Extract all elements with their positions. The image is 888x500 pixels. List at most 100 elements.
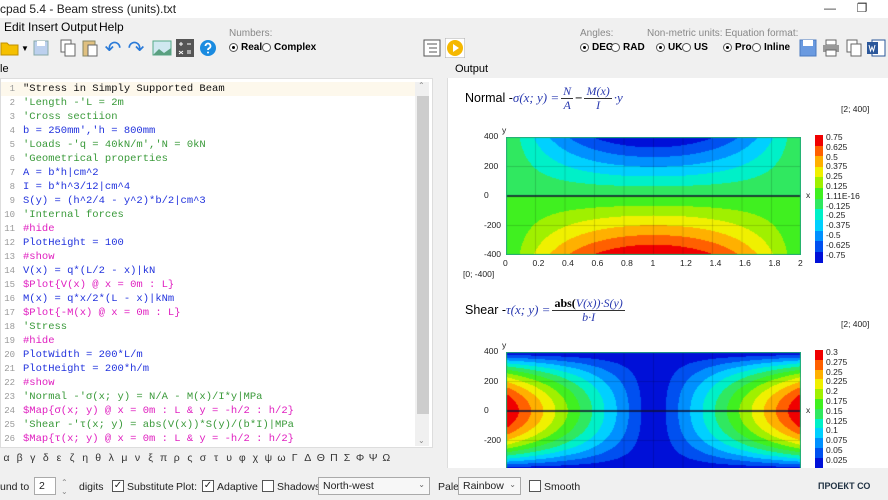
greek-letter-button[interactable]: τ (210, 452, 223, 464)
greek-letter-button[interactable]: φ (236, 452, 249, 464)
code-line[interactable]: 11 #hide (1, 222, 416, 236)
radio-complex[interactable]: Complex (262, 42, 316, 53)
code-line[interactable]: 15 $Plot{V(x) @ x = 0m : L} (1, 278, 416, 292)
code-line[interactable]: 21 PlotHeight = 200*h/m (1, 362, 416, 376)
code-line[interactable]: 18 'Stress (1, 320, 416, 334)
insert-image-icon[interactable] (152, 38, 172, 58)
open-dropdown-icon[interactable]: ▼ (20, 38, 30, 58)
code-line[interactable]: 4 b = 250mm','h = 800mm (1, 124, 416, 138)
save-icon[interactable] (31, 38, 51, 58)
code-line[interactable]: 1 "Stress in Simply Supported Beam (1, 82, 416, 96)
code-line[interactable]: 3 'Cross sectiion (1, 110, 416, 124)
greek-letter-button[interactable]: η (79, 452, 92, 464)
greek-letter-button[interactable]: θ (92, 452, 105, 464)
code-line[interactable]: 12 PlotHeight = 100 (1, 236, 416, 250)
code-line[interactable]: 13 #show (1, 250, 416, 264)
calculate-play-icon[interactable] (445, 38, 465, 58)
greek-letter-button[interactable]: ρ (170, 452, 183, 464)
code-line[interactable]: 5 'Loads -'q = 40kN/m','N = 0kN (1, 138, 416, 152)
greek-letter-button[interactable]: ξ (144, 452, 157, 464)
menu-insert[interactable]: Insert (28, 20, 58, 34)
code-editor[interactable]: 1 "Stress in Simply Supported Beam 2 'Lengt… (0, 78, 433, 448)
radio-uk[interactable]: UK (656, 42, 682, 53)
greek-letter-button[interactable]: Γ (288, 452, 301, 464)
substitute-checkbox[interactable]: ✓ (112, 480, 124, 492)
menu-edit[interactable]: Edit (4, 20, 25, 34)
palette-select[interactable]: Rainbow ⌄ (458, 477, 521, 495)
word-export-icon[interactable] (866, 38, 886, 58)
greek-letter-button[interactable]: ζ (65, 452, 78, 464)
digits-stepper[interactable]: ⌃ ⌄ (61, 478, 68, 496)
radio-us[interactable]: US (682, 42, 708, 53)
greek-letter-button[interactable]: Π (327, 452, 340, 464)
radio-rad[interactable]: RAD (611, 42, 645, 53)
greek-letter-button[interactable]: γ (26, 452, 39, 464)
code-line[interactable]: 14 V(x) = q*(L/2 - x)|kN (1, 264, 416, 278)
code-line[interactable]: 7 A = b*h|cm^2 (1, 166, 416, 180)
undo-icon[interactable]: ↶ (103, 38, 123, 60)
greek-letter-button[interactable]: ψ (262, 452, 275, 464)
scroll-down-icon[interactable]: ⌄ (418, 436, 425, 445)
greek-letter-button[interactable]: Σ (340, 452, 353, 464)
greek-letter-button[interactable]: ω (275, 452, 288, 464)
greek-letter-button[interactable]: μ (118, 452, 131, 464)
code-line[interactable]: 20 PlotWidth = 200*L/m (1, 348, 416, 362)
code-line[interactable]: 22 #show (1, 376, 416, 390)
minimize-button[interactable]: — (820, 1, 840, 15)
copy-icon[interactable] (58, 38, 78, 58)
greek-letter-button[interactable]: χ (249, 452, 262, 464)
code-line[interactable]: 17 $Plot{-M(x) @ x = 0m : L} (1, 306, 416, 320)
code-line[interactable]: 9 S(y) = (h^2/4 - y^2)*b/2|cm^3 (1, 194, 416, 208)
round-digits-input[interactable]: 2 (34, 477, 56, 495)
restore-button[interactable]: ❐ (852, 1, 872, 15)
shadows-select[interactable]: North-west ⌄ (318, 477, 430, 495)
radio-real[interactable]: Real (229, 42, 262, 53)
greek-letter-button[interactable]: υ (223, 452, 236, 464)
greek-letter-button[interactable]: σ (196, 452, 209, 464)
greek-letter-button[interactable]: β (13, 452, 26, 464)
outline-icon[interactable] (422, 38, 442, 58)
menu-output[interactable]: Output (61, 20, 97, 34)
scroll-up-icon[interactable]: ⌃ (418, 81, 425, 90)
greek-letter-button[interactable]: λ (105, 452, 118, 464)
open-folder-icon[interactable] (0, 38, 20, 58)
copy-output-icon[interactable] (844, 38, 864, 58)
code-line[interactable]: 8 I = b*h^3/12|cm^4 (1, 180, 416, 194)
greek-letter-button[interactable]: ε (52, 452, 65, 464)
code-line[interactable]: 19 #hide (1, 334, 416, 348)
save-output-icon[interactable] (798, 38, 818, 58)
code-text: 'Cross sectiion (23, 111, 118, 123)
code-line[interactable]: 25 'Shear -'τ(x; y) = abs(V(x))*S(y)/(b*I… (1, 418, 416, 432)
radio-deg[interactable]: DEG (580, 42, 614, 53)
radio-inline[interactable]: Inline (752, 42, 790, 53)
editor-scrollbar-thumb[interactable] (417, 96, 429, 414)
greek-letter-button[interactable]: δ (39, 452, 52, 464)
help-icon[interactable] (198, 38, 218, 58)
code-line[interactable]: 10 'Internal forces (1, 208, 416, 222)
shadows-checkbox[interactable] (262, 480, 274, 492)
calculator-icon[interactable] (175, 38, 195, 58)
colorbar-swatch (815, 188, 823, 200)
menu-help[interactable]: Help (99, 20, 124, 34)
smooth-checkbox[interactable] (529, 480, 541, 492)
paste-icon[interactable] (80, 38, 100, 58)
greek-letter-button[interactable]: α (0, 452, 13, 464)
code-line[interactable]: 26 $Map{τ(x; y) @ x = 0m : L & y = -h/2 :… (1, 432, 416, 446)
greek-letter-button[interactable]: Ψ (367, 452, 380, 464)
print-icon[interactable] (821, 38, 841, 58)
code-line[interactable]: 2 'Length -'L = 2m (1, 96, 416, 110)
greek-letter-button[interactable]: Θ (314, 452, 327, 464)
greek-letter-button[interactable]: Ω (380, 452, 393, 464)
redo-icon[interactable]: ↷ (126, 38, 146, 60)
greek-letter-button[interactable]: Δ (301, 452, 314, 464)
code-line[interactable]: 6 'Geometrical properties (1, 152, 416, 166)
radio-pro[interactable]: Pro (723, 42, 752, 53)
code-line[interactable]: 24 $Map{σ(x; y) @ x = 0m : L & y = -h/2 :… (1, 404, 416, 418)
greek-letter-button[interactable]: ν (131, 452, 144, 464)
greek-letter-button[interactable]: Φ (354, 452, 367, 464)
greek-letter-button[interactable]: π (157, 452, 170, 464)
code-line[interactable]: 16 M(x) = q*x/2*(L - x)|kNm (1, 292, 416, 306)
greek-letter-button[interactable]: ς (183, 452, 196, 464)
code-line[interactable]: 23 'Normal -'σ(x; y) = N/A - M(x)/I*y|MPa (1, 390, 416, 404)
adaptive-checkbox[interactable]: ✓ (202, 480, 214, 492)
